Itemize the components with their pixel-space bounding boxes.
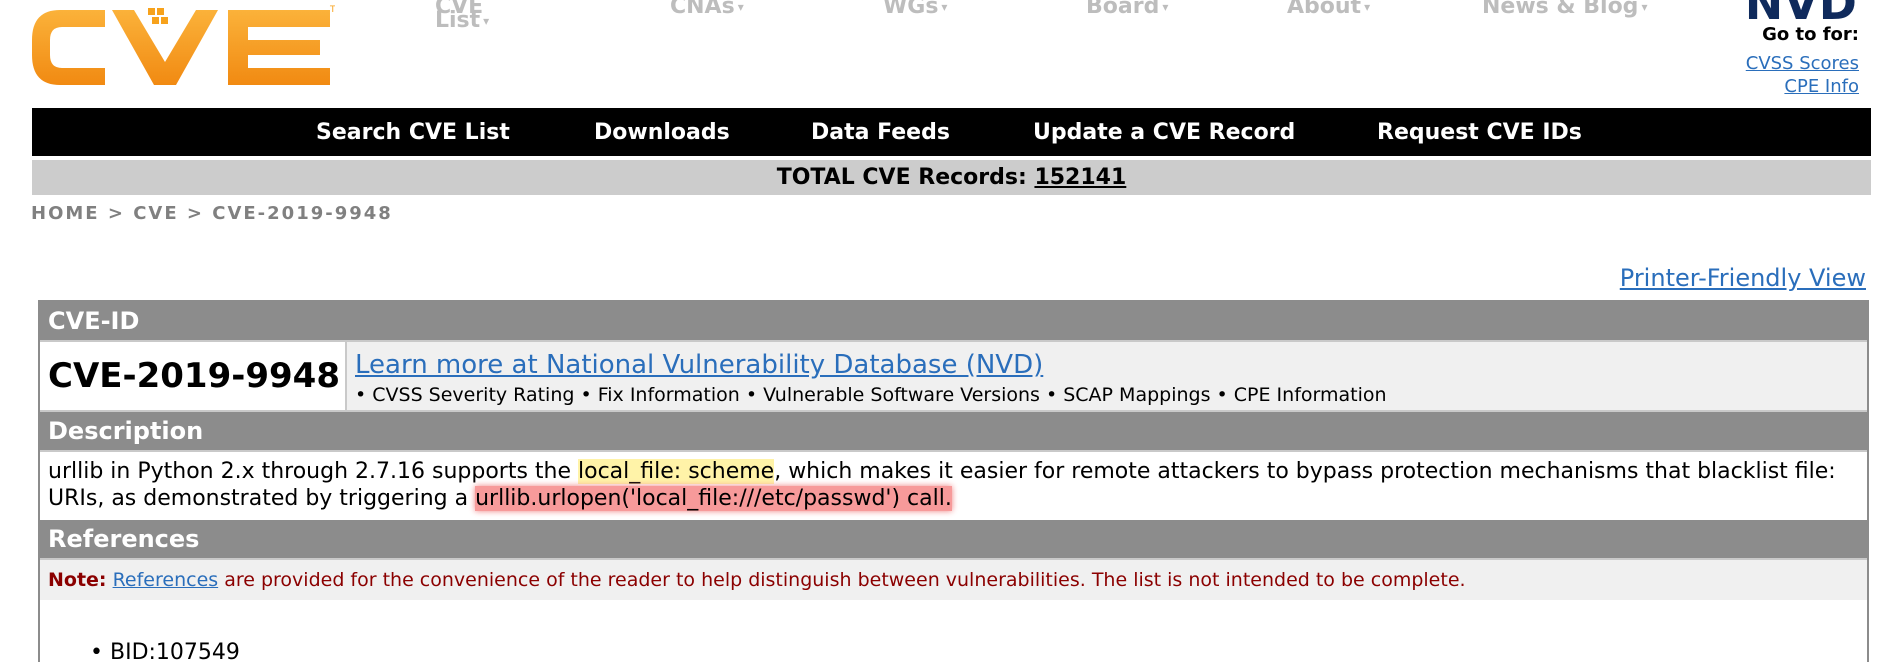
caret-down-icon: ▾ [1641,0,1648,14]
nav-data-feeds[interactable]: Data Feeds [811,120,950,145]
description-highlight-scheme: local_file: scheme [578,459,775,484]
caret-down-icon: ▾ [1162,0,1169,14]
top-nav-about[interactable]: About ▾ [1287,0,1371,18]
nav-downloads[interactable]: Downloads [594,120,730,145]
caret-down-icon: ▾ [1364,0,1371,14]
cve-id-value: CVE-2019-9948 [40,342,347,410]
nav-update-cve-record[interactable]: Update a CVE Record [1033,120,1295,145]
top-nav-label: CVE List [435,0,484,33]
cpe-info-link[interactable]: CPE Info [1784,76,1859,97]
nvd-goto-label: Go to for: [1762,24,1859,45]
description-text: urllib in Python 2.x through 2.7.16 supp… [48,459,579,484]
note-text: are provided for the convenience of the … [218,569,1466,591]
description-body: urllib in Python 2.x through 2.7.16 supp… [40,452,1867,520]
cve-id-row: CVE-2019-9948 Learn more at National Vul… [40,342,1867,412]
top-nav-board[interactable]: Board ▾ [1086,0,1169,18]
top-nav-label: WGs [883,0,939,19]
nav-search-cve-list[interactable]: Search CVE List [316,120,510,145]
nvd-learn-more-link[interactable]: Learn more at National Vulnerability Dat… [355,350,1387,380]
top-nav-label: News & Blog [1482,0,1639,19]
references-link[interactable]: References [113,569,219,591]
references-note: Note: References are provided for the co… [40,560,1867,602]
main-nav-bar: Search CVE List Downloads Data Feeds Upd… [32,108,1871,156]
top-nav-news-blog[interactable]: News & Blog ▾ [1482,0,1648,18]
description-header: Description [40,412,1867,452]
top-nav-label: Board [1086,0,1160,19]
printer-friendly-link[interactable]: Printer-Friendly View [1620,264,1866,292]
nvd-logo-text: NVD [1745,0,1857,21]
caret-down-icon: ▾ [483,14,490,28]
caret-down-icon: ▾ [941,0,948,14]
breadcrumb: HOME > CVE > CVE-2019-9948 [31,203,393,224]
description-highlight-call: urllib.urlopen('local_file:///etc/passwd… [475,486,952,511]
nvd-info-cell: Learn more at National Vulnerability Dat… [347,342,1387,410]
references-header: References [40,520,1867,560]
top-nav-label: About [1287,0,1362,19]
total-records-label: TOTAL CVE Records: [776,165,1027,190]
top-nav-cnas[interactable]: CNAs ▾ [670,0,744,18]
top-nav-cve-list[interactable]: CVE List ▾ [435,0,490,32]
caret-down-icon: ▾ [737,0,744,14]
total-records-bar: TOTAL CVE Records: 152141 [32,160,1871,195]
references-list: • BID:107549 [40,602,1867,665]
trademark-mark: TM [329,5,335,15]
list-item: • BID:107549 [90,640,240,665]
nvd-features-list: • CVSS Severity Rating • Fix Information… [355,384,1387,406]
top-nav-label: CNAs [670,0,735,19]
note-label: Note: [48,569,107,591]
cve-detail-table: CVE-ID CVE-2019-9948 Learn more at Natio… [38,300,1869,665]
nvd-logo[interactable]: NVD [1739,0,1859,21]
top-nav-wgs[interactable]: WGs ▾ [883,0,948,18]
cve-id-header: CVE-ID [40,302,1867,342]
nav-request-cve-ids[interactable]: Request CVE IDs [1377,120,1582,145]
reference-label: BID:107549 [109,640,240,665]
cve-logo[interactable]: TM [30,0,335,95]
cvss-scores-link[interactable]: CVSS Scores [1746,53,1859,74]
total-records-count[interactable]: 152141 [1034,165,1126,190]
